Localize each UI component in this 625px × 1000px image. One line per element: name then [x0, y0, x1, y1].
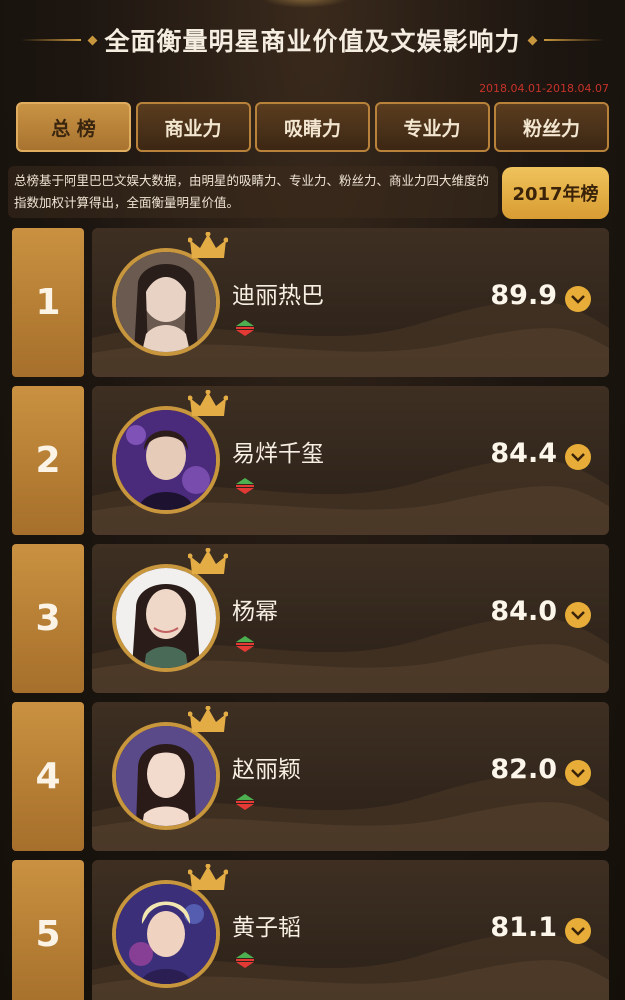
crown-icon: [188, 864, 228, 890]
avatar: [112, 406, 220, 514]
ranking-card[interactable]: 易烊千玺 84.4: [92, 386, 609, 535]
date-range: 2018.04.01-2018.04.07: [479, 82, 609, 95]
chevron-down-icon: [571, 453, 585, 462]
header-divider-left: [21, 39, 82, 41]
star-name: 迪丽热巴: [232, 283, 324, 309]
chevron-down-icon: [571, 295, 585, 304]
expand-button[interactable]: [565, 760, 591, 786]
ranking-page: 全面衡量明星商业价值及文娱影响力 2018.04.01-2018.04.07 总…: [0, 0, 625, 1000]
ranking-row[interactable]: 2 易烊千玺 84.4: [12, 386, 609, 535]
chevron-down-icon: [571, 769, 585, 778]
star-score: 82.0: [490, 754, 557, 785]
ranking-card[interactable]: 杨幂 84.0: [92, 544, 609, 693]
avatar-wrap: [112, 232, 228, 356]
avatar-wrap: [112, 390, 228, 514]
year-2017-button[interactable]: 2017年榜: [502, 167, 609, 219]
chevron-down-icon: [571, 611, 585, 620]
expand-button[interactable]: [565, 918, 591, 944]
tab-commercial[interactable]: 商业力: [135, 102, 251, 152]
expand-button[interactable]: [565, 286, 591, 312]
avatar-wrap: [112, 548, 228, 672]
trend-icon: [236, 320, 254, 336]
rank-number: 4: [12, 702, 84, 851]
ranking-row[interactable]: 5 黄子韬 81.1: [12, 860, 609, 1000]
rank-number: 2: [12, 386, 84, 535]
trend-icon: [236, 636, 254, 652]
tab-fans[interactable]: 粉丝力: [494, 102, 609, 152]
star-score: 81.1: [490, 912, 557, 943]
crown-icon: [188, 390, 228, 416]
expand-button[interactable]: [565, 602, 591, 628]
ranking-card[interactable]: 黄子韬 81.1: [92, 860, 609, 1000]
header-diamond-right: [527, 35, 537, 45]
ranking-card[interactable]: 迪丽热巴 89.9: [92, 228, 609, 377]
avatar: [112, 248, 220, 356]
header-diamond-left: [88, 35, 98, 45]
tab-overall[interactable]: 总 榜: [16, 102, 131, 152]
ranking-row[interactable]: 4 赵丽颖 82.0: [12, 702, 609, 851]
crown-icon: [188, 548, 228, 574]
avatar-wrap: [112, 706, 228, 830]
star-name: 杨幂: [232, 599, 278, 625]
crown-icon: [188, 232, 228, 258]
star-score: 89.9: [490, 280, 557, 311]
rank-number: 5: [12, 860, 84, 1000]
tab-attention[interactable]: 吸睛力: [255, 102, 370, 152]
avatar-wrap: [112, 864, 228, 988]
trend-icon: [236, 952, 254, 968]
rank-number: 1: [12, 228, 84, 377]
star-name: 赵丽颖: [232, 757, 301, 783]
rank-number: 3: [12, 544, 84, 693]
expand-button[interactable]: [565, 444, 591, 470]
top-glow-decoration: [260, 0, 350, 8]
chevron-down-icon: [571, 927, 585, 936]
star-name: 黄子韬: [232, 915, 301, 941]
page-header: 全面衡量明星商业价值及文娱影响力: [0, 20, 625, 60]
avatar: [112, 564, 220, 672]
page-title: 全面衡量明星商业价值及文娱影响力: [104, 27, 521, 56]
avatar: [112, 722, 220, 830]
tab-professional[interactable]: 专业力: [374, 102, 490, 152]
ranking-card[interactable]: 赵丽颖 82.0: [92, 702, 609, 851]
ranking-row[interactable]: 3 杨幂 84.0: [12, 544, 609, 693]
header-divider-right: [543, 39, 604, 41]
star-score: 84.4: [490, 438, 557, 469]
ranking-description: 总榜基于阿里巴巴文娱大数据，由明星的吸睛力、专业力、粉丝力、商业力四大维度的指数…: [8, 166, 498, 218]
ranking-row[interactable]: 1 迪丽热巴 89.9: [12, 228, 609, 377]
avatar: [112, 880, 220, 988]
crown-icon: [188, 706, 228, 732]
trend-icon: [236, 478, 254, 494]
trend-icon: [236, 794, 254, 810]
category-tabs: 总 榜 商业力 吸睛力 专业力 粉丝力: [16, 102, 609, 152]
star-name: 易烊千玺: [232, 441, 324, 467]
star-score: 84.0: [490, 596, 557, 627]
